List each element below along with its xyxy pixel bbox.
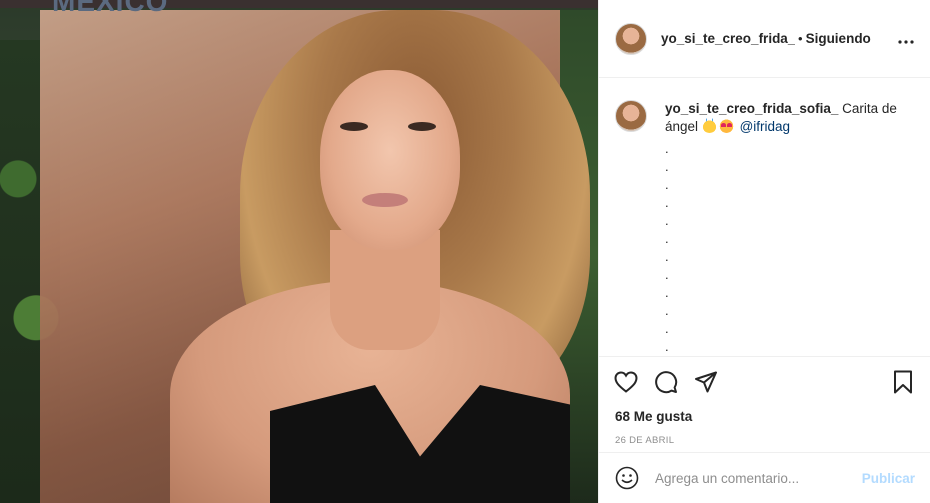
caption-dot: . [665,159,669,174]
caption-dot: . [665,141,669,156]
lips [362,193,408,207]
share-icon[interactable] [693,369,719,395]
face [320,70,460,250]
caption-dot: . [665,303,669,318]
following-button[interactable]: Siguiendo [806,31,871,46]
caption-avatar[interactable] [615,100,647,132]
left-eye [340,122,368,131]
caption-dot: . [665,339,669,354]
more-icon[interactable] [898,28,914,49]
caption-username[interactable]: yo_si_te_creo_frida_sofia_ [665,101,838,116]
caption-dots: . . . . . . . . . . . . [665,140,905,356]
separator-dot: • [798,31,803,46]
heart-icon[interactable] [613,369,639,395]
right-eye [408,122,436,131]
poster-text: MEXICO [52,0,169,17]
caption-dot: . [665,285,669,300]
caption-dot: . [665,177,669,192]
likes-count[interactable]: 68 Me gusta [599,406,930,428]
caption-mention[interactable]: @ifridag [740,119,790,134]
publish-button[interactable]: Publicar [862,471,915,486]
post-date[interactable]: 26 DE ABRIL [599,432,930,450]
comment-icon[interactable] [653,369,679,395]
caption-dot: . [665,195,669,210]
header-username[interactable]: yo_si_te_creo_frida_sot [661,31,795,46]
caption-dot: . [665,267,669,282]
caption-dot: . [665,231,669,246]
comment-input[interactable]: Agrega un comentario... [655,471,862,486]
post-side-panel: yo_si_te_creo_frida_sot • Siguiendo yo_s… [598,0,930,503]
caption-dot: . [665,321,669,336]
halo-emoji [701,118,717,133]
action-bar [599,356,930,406]
caption-dot: . [665,213,669,228]
caption-dot: . [665,249,669,264]
add-comment-bar: Agrega un comentario... Publicar [599,452,930,503]
avatar[interactable] [615,22,647,55]
post-header: yo_si_te_creo_frida_sot • Siguiendo [599,0,930,78]
smile-icon[interactable] [615,466,639,490]
caption: yo_si_te_creo_frida_sofia_ Carita de áng… [665,100,905,356]
caption-area: yo_si_te_creo_frida_sofia_ Carita de áng… [599,78,930,356]
heart-eyes-emoji [718,118,734,133]
post-photo[interactable]: MEXICO [0,0,598,503]
bookmark-icon[interactable] [890,369,916,395]
